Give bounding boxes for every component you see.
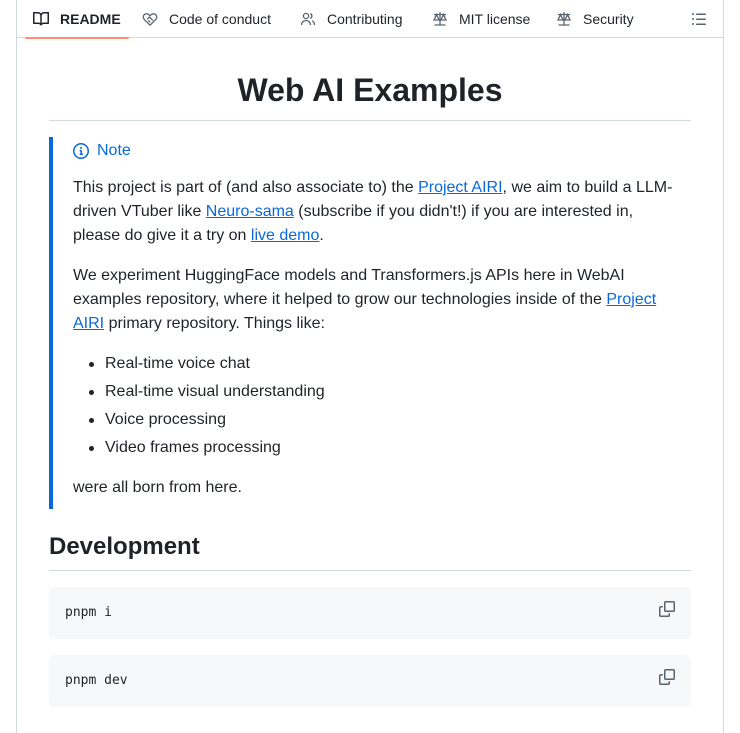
list-item: Real-time voice chat (73, 352, 325, 376)
note-paragraph-1: This project is part of (and also associ… (73, 176, 683, 248)
copy-button[interactable] (659, 669, 675, 685)
tab-readme[interactable]: README (25, 0, 129, 39)
info-icon (73, 143, 89, 159)
note-paragraph-3: were all born from here. (73, 479, 242, 496)
law-scale-icon (556, 11, 572, 27)
law-scale-icon (432, 11, 448, 27)
text: This project is part of (and also associ… (73, 179, 419, 196)
readme-panel: README Code of conduct Contributing MIT … (16, 0, 724, 733)
title-divider (49, 120, 691, 121)
feature-list: Real-time voice chat Real-time visual un… (73, 352, 325, 464)
tab-label: README (60, 11, 121, 27)
development-heading: Development (49, 533, 200, 560)
text: primary repository. Things like: (104, 315, 325, 332)
neuro-sama-link[interactable]: Neuro-sama (206, 203, 294, 220)
note-paragraph-2: We experiment HuggingFace models and Tra… (73, 264, 683, 336)
tab-label: Contributing (327, 11, 403, 27)
text: We experiment HuggingFace models and Tra… (73, 267, 625, 308)
copy-icon (659, 601, 675, 617)
list-item: Real-time visual understanding (73, 380, 325, 404)
readme-tab-bar: README Code of conduct Contributing MIT … (17, 0, 723, 39)
text: . (319, 227, 324, 244)
note-label: Note (97, 142, 131, 159)
heart-handshake-icon (142, 11, 158, 27)
people-icon (300, 11, 316, 27)
heading-divider (49, 570, 691, 571)
project-airi-link[interactable]: Project AIRI (418, 179, 502, 196)
list-item: Voice processing (73, 408, 325, 432)
list-unordered-icon (691, 13, 707, 31)
tab-mit-license[interactable]: MIT license (432, 0, 530, 38)
book-icon (33, 11, 49, 27)
note-header: Note (73, 142, 131, 160)
code-text: pnpm i (65, 605, 112, 620)
tab-security[interactable]: Security (556, 0, 634, 38)
code-block: pnpm dev (49, 655, 691, 707)
tab-code-of-conduct[interactable]: Code of conduct (142, 0, 271, 38)
list-item: Video frames processing (73, 436, 325, 460)
copy-button[interactable] (659, 601, 675, 617)
code-text: pnpm dev (65, 673, 128, 688)
tab-label: Security (583, 11, 634, 27)
tab-contributing[interactable]: Contributing (300, 0, 403, 38)
table-of-contents-button[interactable] (691, 11, 707, 27)
note-callout: Note This project is part of (and also a… (49, 137, 691, 509)
code-block: pnpm i (49, 587, 691, 639)
copy-icon (659, 669, 675, 685)
tab-label: Code of conduct (169, 11, 271, 27)
live-demo-link[interactable]: live demo (251, 227, 319, 244)
page-title: Web AI Examples (237, 72, 503, 108)
tab-label: MIT license (459, 11, 531, 27)
